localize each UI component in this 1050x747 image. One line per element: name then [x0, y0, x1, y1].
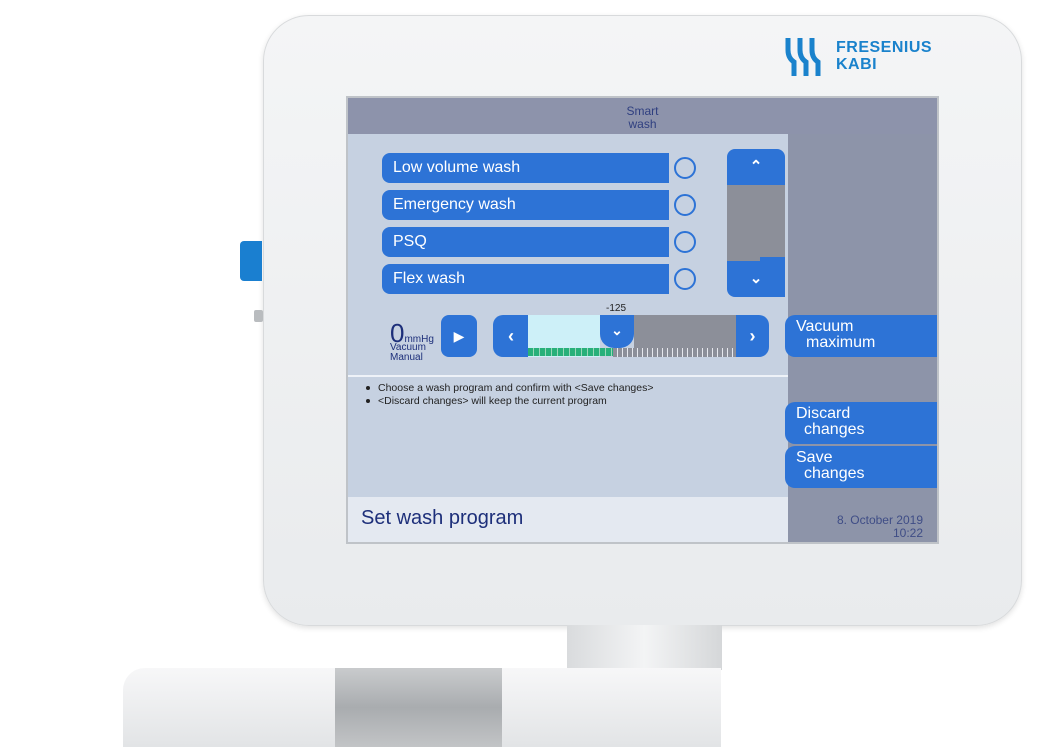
hint-item: Choose a wash program and confirm with <… [366, 382, 654, 394]
time-text: 10:22 [892, 526, 923, 540]
discard-label-2: changes [804, 421, 865, 438]
vacuum-mode-label: Manual [390, 352, 423, 363]
chevron-up-icon[interactable]: ⌃ [727, 157, 785, 175]
program-flex-wash[interactable]: Flex wash [382, 264, 669, 294]
device-arm-band [335, 668, 502, 747]
vacuum-maximum-button[interactable]: Vacuum maximum [785, 315, 937, 357]
hint-item: <Discard changes> will keep the current … [366, 395, 607, 407]
list-scrollbar[interactable]: ⌃ ⌄ [727, 149, 785, 297]
program-emergency-wash[interactable]: Emergency wash [382, 190, 669, 220]
datetime: 8. October 2019 10:22 [788, 514, 923, 540]
save-changes-button[interactable]: Save changes [785, 446, 937, 488]
header-bar: Smart wash [348, 98, 937, 134]
hint-text: <Discard changes> will keep the current … [378, 395, 607, 407]
hardware-port [254, 310, 263, 322]
header-title-2: wash [628, 117, 657, 131]
brand-logo: FRESENIUS KABI [784, 36, 932, 76]
vacuum-maximum-label: Vacuum [796, 318, 854, 335]
vacuum-mode: Vacuum Manual [390, 343, 426, 363]
vacuum-setpoint: -125 [606, 303, 627, 314]
discard-label: Discard [796, 405, 851, 422]
radio-emergency-wash[interactable] [674, 194, 696, 216]
device-neck [567, 625, 722, 670]
divider [348, 375, 788, 377]
brand-logo-icon [785, 38, 821, 76]
save-label: Save [796, 449, 833, 466]
slider-increase-button[interactable]: › [736, 315, 769, 357]
brand-name-2: KABI [836, 56, 878, 73]
program-psq[interactable]: PSQ [382, 227, 669, 257]
brand-name: FRESENIUS [836, 39, 933, 56]
slider-decrease-button[interactable]: ‹ [493, 315, 529, 357]
vacuum-level-bar [528, 348, 613, 356]
chevron-down-icon[interactable]: ⌄ [727, 269, 785, 287]
radio-psq[interactable] [674, 231, 696, 253]
save-label-2: changes [804, 465, 865, 482]
discard-changes-button[interactable]: Discard changes [785, 402, 937, 444]
radio-low-volume-wash[interactable] [674, 157, 696, 179]
vacuum-maximum-label-2: maximum [806, 334, 876, 351]
hint-text: Choose a wash program and confirm with <… [378, 382, 654, 394]
vacuum-slider[interactable]: ‹ ⌄ › [493, 315, 769, 357]
page-title: Set wash program [348, 497, 788, 542]
radio-flex-wash[interactable] [674, 268, 696, 290]
program-low-volume-wash[interactable]: Low volume wash [382, 153, 669, 183]
scroll-track[interactable] [727, 185, 785, 297]
touch-screen: Smart wash Low volume wash Emergency was… [346, 96, 939, 544]
slider-knob[interactable]: ⌄ [600, 315, 634, 348]
hardware-side-button[interactable] [240, 241, 262, 281]
vacuum-start-button[interactable]: ▶ [441, 315, 477, 357]
slider-ticks [613, 348, 736, 357]
